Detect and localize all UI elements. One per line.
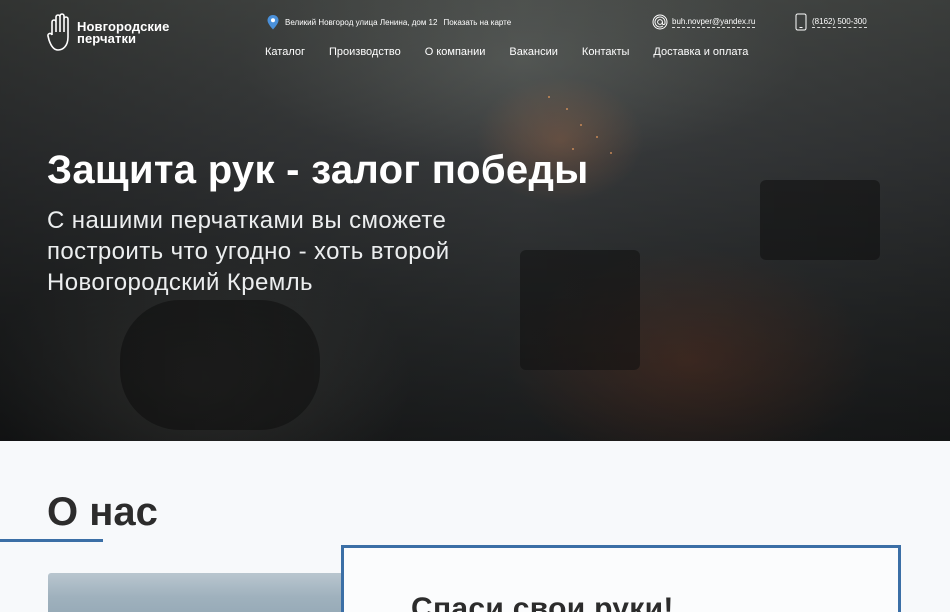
map-pin-icon — [267, 15, 279, 30]
main-nav: Каталог Производство О компании Вакансии… — [265, 46, 748, 58]
address-block: Великий Новгород улица Ленина, дом 12 По… — [266, 14, 511, 30]
logo-text: Новгородские перчатки — [77, 20, 169, 46]
hero-subtitle: С нашими перчатками вы сможете построить… — [47, 207, 450, 296]
nav-item-contacts[interactable]: Контакты — [582, 46, 630, 58]
site-logo[interactable]: Новгородские перчатки — [47, 13, 169, 53]
smartphone-icon — [795, 13, 807, 31]
about-card-title: Спаси свои руки! — [411, 592, 674, 612]
hand-logo-icon — [47, 13, 69, 51]
logo-line-2: перчатки — [77, 31, 137, 46]
email-link[interactable]: buh.novper@yandex.ru — [672, 17, 756, 28]
hero-banner: Новгородские перчатки Великий Новгород у… — [0, 0, 950, 441]
hero-title: Защита рук - залог победы — [47, 148, 589, 192]
email-block[interactable]: buh.novper@yandex.ru — [652, 14, 756, 30]
address-text: Великий Новгород улица Ленина, дом 12 — [285, 17, 438, 27]
about-title-underline — [0, 539, 103, 542]
nav-item-vacancies[interactable]: Вакансии — [509, 46, 558, 58]
about-section-title: О нас — [47, 490, 158, 534]
phone-block[interactable]: (8162) 500-300 — [795, 13, 867, 31]
nav-item-production[interactable]: Производство — [329, 46, 401, 58]
show-on-map-link[interactable]: Показать на карте — [443, 18, 511, 27]
phone-link[interactable]: (8162) 500-300 — [812, 17, 867, 28]
about-card: Спаси свои руки! — [341, 545, 901, 612]
nav-item-catalog[interactable]: Каталог — [265, 46, 305, 58]
nav-item-delivery[interactable]: Доставка и оплата — [653, 46, 748, 58]
at-sign-icon — [652, 14, 668, 30]
nav-item-about[interactable]: О компании — [425, 46, 486, 58]
